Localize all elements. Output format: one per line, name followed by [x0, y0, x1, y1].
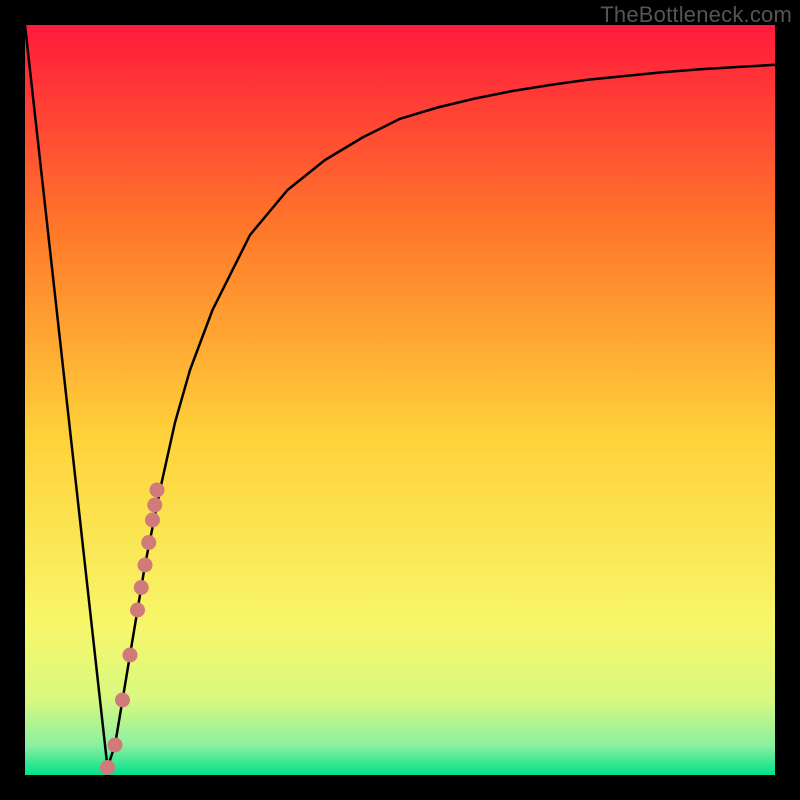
highlight-dot — [134, 580, 149, 595]
highlight-dot — [115, 693, 130, 708]
chart-plot-area — [25, 25, 775, 775]
chart-background — [25, 25, 775, 775]
highlight-dot — [108, 738, 123, 753]
highlight-dot — [141, 535, 156, 550]
highlight-dot — [100, 760, 115, 775]
highlight-dot — [147, 498, 162, 513]
highlight-dot — [138, 558, 153, 573]
chart-frame: TheBottleneck.com — [0, 0, 800, 800]
watermark-text: TheBottleneck.com — [600, 2, 792, 28]
highlight-dot — [150, 483, 165, 498]
highlight-dot — [130, 603, 145, 618]
chart-svg — [25, 25, 775, 775]
highlight-dot — [145, 513, 160, 528]
highlight-dot — [123, 648, 138, 663]
